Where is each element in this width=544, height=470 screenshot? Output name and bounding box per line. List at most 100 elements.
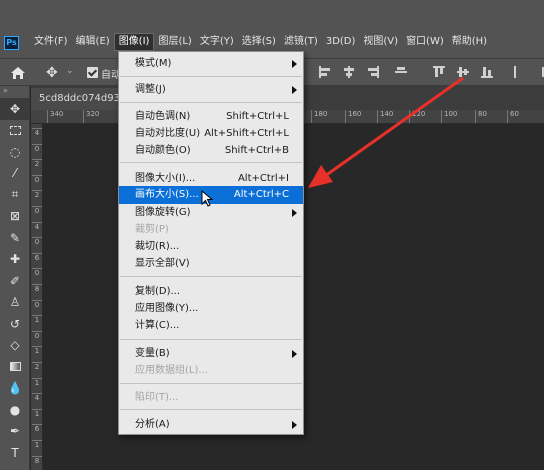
menu-item-label: 裁切(R)... bbox=[135, 241, 180, 252]
vertical-ruler: 4 0 2 0 2 0 4 0 6 0 8 0 1 0 1 2 1 4 1 6 1 8 bbox=[31, 124, 43, 470]
menu-item-label: 画布大小(S)... bbox=[135, 189, 199, 200]
menu-filter[interactable]: 滤镜(T) bbox=[280, 33, 322, 51]
ruler-tick: 0 bbox=[32, 268, 42, 277]
menu-item-apply-data-set: 应用数据组(L)... bbox=[119, 362, 303, 380]
ruler-tick: 0 bbox=[32, 206, 42, 215]
menu-item-duplicate[interactable]: 复制(D)... bbox=[119, 283, 303, 301]
lasso-tool-icon[interactable]: ◌ bbox=[0, 141, 30, 163]
stamp-tool-icon[interactable]: ♙ bbox=[0, 292, 30, 314]
menu-select[interactable]: 选择(S) bbox=[238, 33, 280, 51]
menu-item-label: 调整(J) bbox=[135, 84, 166, 95]
menu-item-label: 陷印(T)... bbox=[135, 392, 179, 403]
brush-tool-icon[interactable]: ✐ bbox=[0, 270, 30, 292]
menu-item-label: 应用图像(Y)... bbox=[135, 303, 199, 314]
frame-tool-icon[interactable]: ⊠ bbox=[0, 206, 30, 228]
menu-item-adjustments[interactable]: 调整(J) bbox=[119, 81, 303, 99]
ruler-tick: 340 bbox=[47, 110, 63, 123]
menu-item-auto-tone[interactable]: 自动色调(N) Shift+Ctrl+L bbox=[119, 108, 303, 126]
align-left-icon[interactable] bbox=[318, 65, 332, 79]
menu-item-label: 裁剪(P) bbox=[135, 224, 169, 235]
ruler-tick: 180 bbox=[311, 110, 327, 123]
align-hcenter-icon[interactable] bbox=[342, 65, 356, 79]
align-bottom-icon[interactable] bbox=[480, 65, 494, 79]
tools-panel: » ✥ ◌ ⁄ ⌗ ⊠ ✎ ✚ ✐ ♙ ↺ ◇ 💧 ● ✒ T bbox=[0, 86, 30, 470]
menu-edit[interactable]: 编辑(E) bbox=[72, 33, 114, 51]
ruler-tick: 2 bbox=[32, 190, 42, 199]
menu-help[interactable]: 帮助(H) bbox=[448, 33, 491, 51]
menu-item-mode[interactable]: 模式(M) bbox=[119, 55, 303, 73]
ruler-tick: 0 bbox=[32, 174, 42, 184]
home-icon[interactable] bbox=[10, 66, 26, 80]
ruler-tick: 320 bbox=[83, 110, 99, 123]
menu-type[interactable]: 文字(Y) bbox=[196, 33, 238, 51]
menu-separator bbox=[120, 76, 302, 77]
menu-file[interactable]: 文件(F) bbox=[30, 33, 72, 51]
image-menu-dropdown: 模式(M) 调整(J) 自动色调(N) Shift+Ctrl+L 自动对比度(U) Alt… bbox=[118, 51, 304, 435]
menu-item-reveal-all[interactable]: 显示全部(V) bbox=[119, 255, 303, 273]
dodge-tool-icon[interactable]: ● bbox=[0, 399, 30, 421]
menu-separator bbox=[120, 383, 302, 384]
menu-item-variables[interactable]: 变量(B) bbox=[119, 345, 303, 363]
menu-item-shortcut: Shift+Ctrl+L bbox=[226, 111, 289, 122]
menu-item-apply-image[interactable]: 应用图像(Y)... bbox=[119, 300, 303, 318]
eyedropper-icon[interactable]: ✎ bbox=[0, 227, 30, 249]
magic-wand-icon[interactable]: ⁄ bbox=[0, 163, 30, 185]
menu-item-label: 计算(C)... bbox=[135, 320, 180, 331]
ruler-tick: 8 bbox=[32, 455, 42, 465]
menu-item-auto-color[interactable]: 自动颜色(O) Shift+Ctrl+B bbox=[119, 142, 303, 160]
menu-item-auto-contrast[interactable]: 自动对比度(U) Alt+Shift+Ctrl+L bbox=[119, 125, 303, 143]
ruler-tick: 8 bbox=[32, 284, 42, 293]
menu-item-label: 显示全部(V) bbox=[135, 258, 190, 269]
ruler-tick: 6 bbox=[32, 252, 42, 262]
photoshop-logo: Ps bbox=[4, 36, 19, 50]
menu-separator bbox=[120, 409, 302, 410]
menu-item-label: 图像旋转(G) bbox=[135, 207, 191, 218]
marquee-tool-icon[interactable] bbox=[0, 120, 30, 142]
submenu-arrow-icon bbox=[292, 209, 297, 217]
mouse-cursor-icon bbox=[201, 190, 214, 207]
ruler-tick: 6 bbox=[32, 424, 42, 433]
move-tool-icon[interactable]: ✥ bbox=[0, 98, 30, 120]
menu-view[interactable]: 视图(V) bbox=[359, 33, 402, 51]
distribute-vertical-icon[interactable] bbox=[508, 65, 522, 79]
menu-item-analysis[interactable]: 分析(A) bbox=[119, 416, 303, 434]
menu-3d[interactable]: 3D(D) bbox=[322, 33, 360, 51]
more-align-icon[interactable] bbox=[540, 65, 544, 79]
align-top-icon[interactable] bbox=[432, 65, 446, 79]
move-tool-icon[interactable]: ✥ bbox=[46, 65, 62, 81]
menu-item-label: 变量(B) bbox=[135, 348, 170, 359]
align-icons-group bbox=[318, 65, 544, 79]
ruler-tick: 4 bbox=[32, 221, 42, 231]
menu-item-label: 分析(A) bbox=[135, 419, 170, 430]
menu-layer[interactable]: 图层(L) bbox=[154, 33, 195, 51]
ruler-tick: 1 bbox=[32, 408, 42, 418]
align-right-icon[interactable] bbox=[366, 65, 380, 79]
collapse-icon[interactable]: » bbox=[0, 86, 29, 98]
chevron-down-icon[interactable]: ⌄ bbox=[66, 66, 74, 76]
menu-item-calculations[interactable]: 计算(C)... bbox=[119, 317, 303, 335]
ruler-tick: 2 bbox=[32, 362, 42, 371]
auto-select-checkbox[interactable] bbox=[87, 67, 98, 78]
ruler-tick: 100 bbox=[441, 110, 457, 123]
distribute-icon[interactable] bbox=[394, 65, 408, 79]
menu-bar: 文件(F) 编辑(E) 图像(I) 图层(L) 文字(Y) 选择(S) 滤镜(T… bbox=[30, 33, 491, 51]
align-vcenter-icon[interactable] bbox=[456, 65, 470, 79]
gradient-tool-icon[interactable] bbox=[0, 356, 30, 378]
menu-item-shortcut: Alt+Ctrl+C bbox=[233, 189, 289, 200]
menu-image[interactable]: 图像(I) bbox=[113, 33, 155, 51]
menu-window[interactable]: 窗口(W) bbox=[402, 33, 448, 51]
pen-tool-icon[interactable]: ✒ bbox=[0, 421, 30, 443]
document-tab[interactable]: 5cd8ddc074d93.j bbox=[31, 88, 123, 110]
menu-item-trap: 陷印(T)... bbox=[119, 389, 303, 407]
ruler-tick: 0 bbox=[32, 143, 42, 153]
crop-tool-icon[interactable]: ⌗ bbox=[0, 184, 30, 206]
ruler-tick: 2 bbox=[32, 159, 42, 168]
history-brush-icon[interactable]: ↺ bbox=[0, 313, 30, 335]
ruler-tick: 160 bbox=[345, 110, 361, 123]
type-tool-icon[interactable]: T bbox=[0, 442, 30, 464]
healing-brush-icon[interactable]: ✚ bbox=[0, 249, 30, 271]
menu-item-crop: 裁剪(P) bbox=[119, 221, 303, 239]
blur-tool-icon[interactable]: 💧 bbox=[0, 378, 30, 400]
eraser-tool-icon[interactable]: ◇ bbox=[0, 335, 30, 357]
menu-item-trim[interactable]: 裁切(R)... bbox=[119, 238, 303, 256]
